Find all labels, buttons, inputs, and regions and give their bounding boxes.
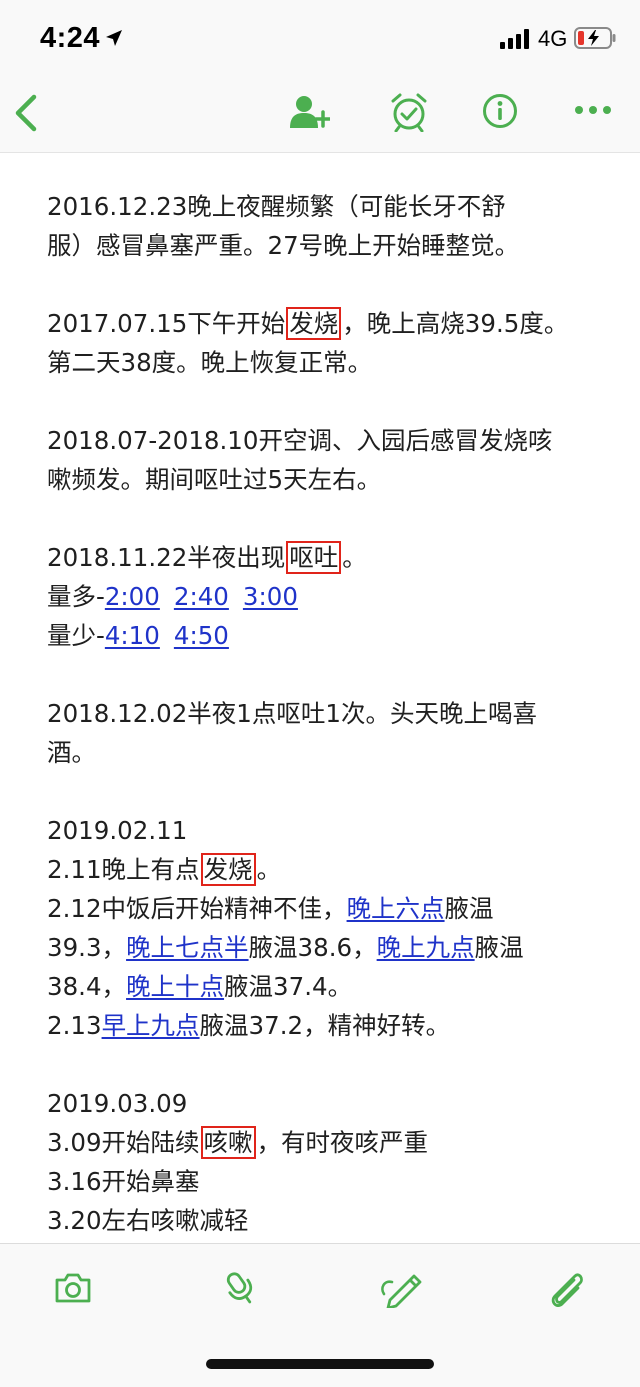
note-line: 2.13早上九点腋温37.2，精神好转。 <box>47 1011 451 1040</box>
note-line: 量多-2:00 2:40 3:00 <box>47 582 298 611</box>
time-link[interactable]: 3:00 <box>243 582 298 611</box>
note-line: 2016.12.23晚上夜醒频繁（可能长牙不舒 <box>47 192 506 221</box>
time-link[interactable]: 2:00 <box>105 582 160 611</box>
note-line: 3.20左右咳嗽减轻 <box>47 1206 249 1235</box>
info-icon[interactable] <box>482 93 518 129</box>
note-line: 3.09开始陆续 咳嗽 ，有时夜咳严重 <box>47 1126 429 1159</box>
note-line: 酒。 <box>47 738 96 767</box>
battery-charging-icon <box>574 27 616 49</box>
more-icon[interactable] <box>574 104 612 116</box>
note-line: 量少-4:10 4:50 <box>47 621 229 650</box>
note-line: 2.11晚上有点 发烧。 <box>47 853 282 886</box>
highlight-box: 发烧 <box>200 853 256 886</box>
time-link[interactable]: 晚上十点 <box>126 972 224 1001</box>
status-time: 4:24 <box>40 22 101 54</box>
alarm-clock-icon[interactable] <box>390 92 428 132</box>
back-icon[interactable] <box>12 94 40 132</box>
note-line: 2017.07.15下午开始 发烧 ，晚上高烧39.5度。 <box>47 307 569 340</box>
time-link[interactable]: 晚上九点 <box>377 933 475 962</box>
note-content[interactable]: 2016.12.23晚上夜醒频繁（可能长牙不舒 服）感冒鼻塞严重。27号晚上开始… <box>0 153 640 1243</box>
note-line: 38.4，晚上十点腋温37.4。 <box>47 972 353 1001</box>
note-line: 2018.12.02半夜1点呕吐1次。头天晚上喝喜 <box>47 699 537 728</box>
highlight-box: 发烧 <box>286 307 342 340</box>
time-link[interactable]: 早上九点 <box>102 1011 200 1040</box>
time-link[interactable]: 2:40 <box>174 582 229 611</box>
note-line: 2.12中饭后开始精神不佳，晚上六点腋温 <box>47 894 494 923</box>
microphone-icon[interactable] <box>222 1270 258 1308</box>
note-body: 2016.12.23晚上夜醒频繁（可能长牙不舒 服）感冒鼻塞严重。27号晚上开始… <box>47 187 607 1240</box>
cellular-signal-icon <box>500 29 529 49</box>
paperclip-icon[interactable] <box>548 1270 586 1308</box>
highlight-box: 呕吐 <box>286 541 342 574</box>
note-line: 服）感冒鼻塞严重。27号晚上开始睡整觉。 <box>47 231 520 260</box>
camera-icon[interactable] <box>54 1272 92 1304</box>
time-link[interactable]: 晚上七点半 <box>126 933 249 962</box>
add-person-icon[interactable] <box>290 94 330 130</box>
home-indicator[interactable] <box>206 1359 434 1369</box>
status-bar: 4:24 4G <box>0 0 640 80</box>
note-line: 2018.11.22半夜出现 呕吐。 <box>47 541 367 574</box>
time-link[interactable]: 晚上六点 <box>347 894 445 923</box>
note-line: 2018.07-2018.10开空调、入园后感冒发烧咳 <box>47 426 553 455</box>
note-line: 第二天38度。晚上恢复正常。 <box>47 348 373 377</box>
note-line: 2019.02.11 <box>47 816 188 845</box>
pen-icon[interactable] <box>380 1270 424 1308</box>
network-type: 4G <box>538 26 568 51</box>
note-line: 3.16开始鼻塞 <box>47 1167 200 1196</box>
note-toolbar <box>0 80 640 153</box>
note-line: 39.3，晚上七点半腋温38.6，晚上九点腋温 <box>47 933 524 962</box>
note-line: 2019.03.09 <box>47 1089 188 1118</box>
location-arrow-icon <box>106 30 122 46</box>
time-link[interactable]: 4:50 <box>174 621 229 650</box>
note-line: 嗽频发。期间呕吐过5天左右。 <box>47 465 382 494</box>
highlight-box: 咳嗽 <box>200 1126 256 1159</box>
time-link[interactable]: 4:10 <box>105 621 160 650</box>
